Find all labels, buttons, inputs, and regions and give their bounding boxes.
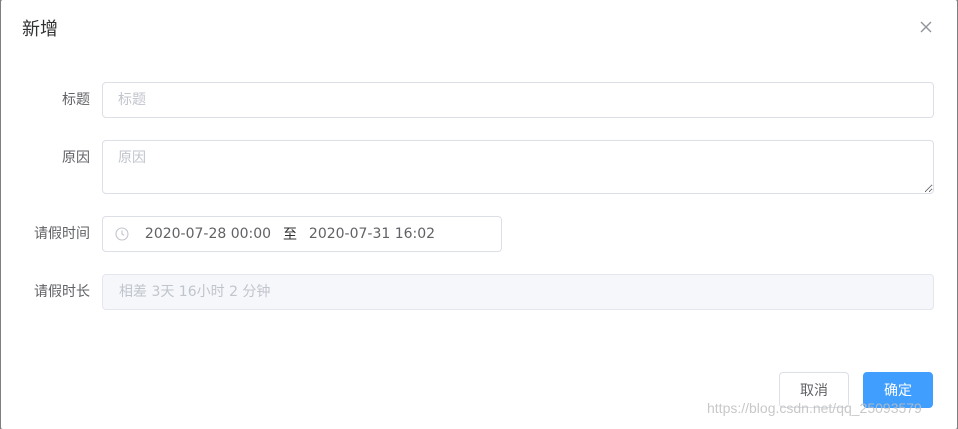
close-icon: [920, 21, 932, 33]
clock-icon: [115, 227, 129, 241]
watermark: https://blog.csdn.net/qq_25093579: [707, 400, 922, 416]
reason-label: 原因: [62, 150, 90, 166]
start-time-input[interactable]: 2020-07-28 00:00: [141, 226, 275, 242]
end-time-input[interactable]: 2020-07-31 16:02: [305, 226, 439, 242]
range-separator: 至: [283, 227, 297, 243]
leave-time-label: 请假时间: [34, 226, 90, 242]
title-input[interactable]: [102, 82, 934, 118]
leave-duration-label: 请假时长: [34, 284, 90, 300]
leave-duration-field: 相差 3天 16小时 2 分钟: [102, 274, 934, 310]
leave-time-range-picker[interactable]: 2020-07-28 00:00 至 2020-07-31 16:02: [102, 216, 502, 252]
reason-textarea[interactable]: [102, 140, 934, 194]
close-button[interactable]: [915, 16, 937, 38]
title-label: 标题: [62, 92, 90, 108]
add-dialog: 新增 标题 原因 请假时间 2020-07-28 00:00 至 2020-07…: [1, 0, 957, 429]
dialog-title: 新增: [22, 19, 58, 40]
